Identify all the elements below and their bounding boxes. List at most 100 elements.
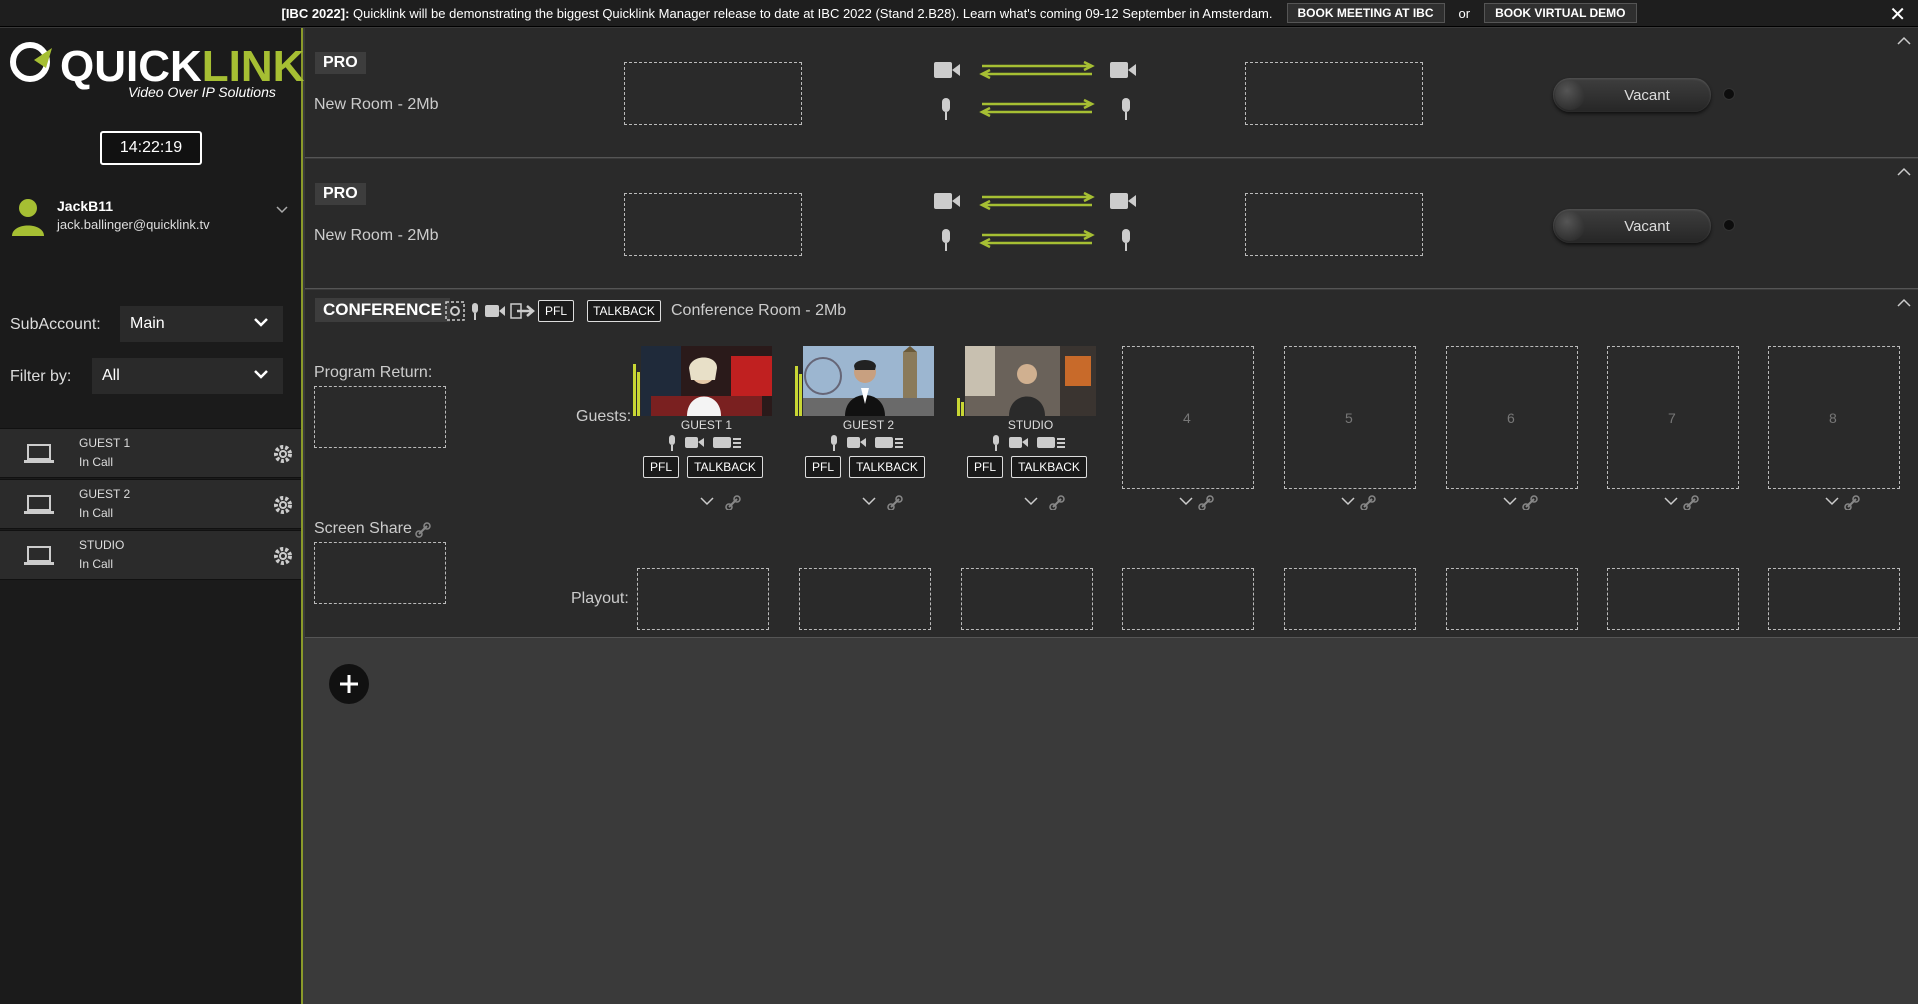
source-preview[interactable]	[624, 62, 802, 125]
subaccount-label: SubAccount:	[10, 316, 101, 333]
expand-link-controls[interactable]	[1340, 494, 1390, 510]
user-email: jack.ballinger@quicklink.tv	[57, 217, 210, 232]
gear-icon[interactable]	[272, 494, 294, 516]
chevron-up-icon[interactable]	[1896, 36, 1912, 46]
banner-text: [IBC 2022]: Quicklink will be demonstrat…	[281, 5, 1273, 21]
guest-label: GUEST 1	[680, 418, 733, 432]
chevron-down-icon[interactable]	[276, 206, 288, 214]
pro-room-2: PRO New Room - 2Mb Vacant	[305, 159, 1918, 289]
banner-or: or	[1458, 5, 1471, 21]
device-status: In Call	[79, 455, 114, 469]
announcement-banner: [IBC 2022]: Quicklink will be demonstrat…	[0, 0, 1918, 27]
conference-pfl-button[interactable]: PFL	[538, 300, 574, 322]
gear-icon[interactable]	[272, 443, 294, 465]
guest-controls-icons[interactable]	[991, 434, 1071, 452]
filter-label: Filter by:	[10, 368, 72, 385]
guest-pfl-button[interactable]: PFL	[967, 456, 1003, 478]
vacant-label: Vacant	[1624, 86, 1670, 104]
expand-link-controls[interactable]	[1178, 494, 1228, 510]
laptop-icon	[24, 444, 54, 463]
pro-room-1: PRO New Room - 2Mb Vacant	[305, 28, 1918, 158]
quicklink-logo-icon	[10, 42, 52, 82]
playout-slot-1[interactable]	[637, 568, 769, 630]
user-avatar-icon	[12, 199, 44, 236]
guest-talkback-button[interactable]: TALKBACK	[687, 456, 763, 478]
expand-link-controls[interactable]	[1824, 494, 1874, 510]
guest-talkback-button[interactable]: TALKBACK	[849, 456, 925, 478]
device-name: STUDIO	[79, 538, 125, 552]
device-status: In Call	[79, 557, 114, 571]
conference-room: CONFERENCE PFL TALKBACK Conference Room …	[305, 290, 1918, 638]
expand-link-controls[interactable]	[1663, 494, 1713, 510]
room-name: New Room - 2Mb	[314, 96, 439, 113]
playout-slot-3[interactable]	[961, 568, 1093, 630]
clock: 14:22:19	[100, 131, 202, 165]
guest-pfl-button[interactable]: PFL	[643, 456, 679, 478]
program-return-slot[interactable]	[314, 386, 446, 448]
room-badge: PRO	[315, 183, 366, 205]
screen-share-label: Screen Share	[314, 520, 412, 537]
playout-slot-5[interactable]	[1284, 568, 1416, 630]
user-name: JackB11	[57, 198, 114, 214]
status-indicator	[1723, 219, 1735, 231]
status-indicator	[1723, 88, 1735, 100]
playout-slot-2[interactable]	[799, 568, 931, 630]
expand-link-controls[interactable]	[1023, 494, 1073, 510]
guest-label: STUDIO	[1007, 418, 1054, 432]
screen-share-slot[interactable]	[314, 542, 446, 604]
close-icon[interactable]: ✕	[1889, 2, 1906, 27]
vacant-toggle[interactable]: Vacant	[1553, 209, 1711, 243]
guest-video-thumbnail[interactable]	[803, 346, 934, 416]
vacant-toggle[interactable]: Vacant	[1553, 78, 1711, 112]
device-row-guest-2[interactable]: GUEST 2 In Call	[0, 479, 301, 529]
guest-video-thumbnail[interactable]	[965, 346, 1096, 416]
chevron-down-icon	[254, 370, 268, 379]
book-demo-button[interactable]: BOOK VIRTUAL DEMO	[1484, 3, 1637, 23]
playout-slot-6[interactable]	[1446, 568, 1578, 630]
room-badge: PRO	[315, 52, 366, 74]
guest-pfl-button[interactable]: PFL	[805, 456, 841, 478]
slot-number: 4	[1183, 410, 1191, 426]
laptop-icon	[24, 546, 54, 565]
av-routing-icon	[934, 191, 1136, 251]
source-preview[interactable]	[624, 193, 802, 256]
device-name: GUEST 1	[79, 436, 131, 450]
main-panel: PRO New Room - 2Mb Vacant PRO New Room -…	[305, 28, 1918, 1004]
device-row-guest-1[interactable]: GUEST 1 In Call	[0, 428, 301, 478]
slot-number: 6	[1507, 410, 1515, 426]
audio-meter	[957, 346, 964, 416]
playout-slot-4[interactable]	[1122, 568, 1254, 630]
expand-link-controls[interactable]	[1502, 494, 1552, 510]
chevron-down-icon	[254, 318, 268, 327]
link-icon[interactable]	[415, 522, 431, 538]
filter-value: All	[102, 367, 120, 384]
playout-slot-8[interactable]	[1768, 568, 1900, 630]
gear-icon[interactable]	[272, 545, 294, 567]
guests-label: Guests:	[576, 408, 632, 425]
device-name: GUEST 2	[79, 487, 131, 501]
add-room-button[interactable]	[329, 664, 369, 704]
guest-controls-icons[interactable]	[667, 434, 747, 452]
subaccount-select[interactable]: Main	[120, 306, 283, 342]
expand-link-controls[interactable]	[861, 494, 911, 510]
destination-preview[interactable]	[1245, 193, 1423, 256]
laptop-icon	[24, 495, 54, 514]
device-row-studio[interactable]: STUDIO In Call	[0, 530, 301, 580]
conference-name: Conference Room - 2Mb	[671, 302, 847, 319]
conference-talkback-button[interactable]: TALKBACK	[587, 300, 661, 322]
filter-select[interactable]: All	[92, 358, 283, 394]
logo-tagline: Video Over IP Solutions	[128, 84, 276, 100]
chevron-up-icon[interactable]	[1896, 167, 1912, 177]
guest-video-thumbnail[interactable]	[641, 346, 772, 416]
program-return-label: Program Return:	[314, 364, 433, 381]
plus-icon	[340, 675, 358, 693]
chevron-up-icon[interactable]	[1896, 298, 1912, 308]
guest-talkback-button[interactable]: TALKBACK	[1011, 456, 1087, 478]
expand-link-controls[interactable]	[699, 494, 749, 510]
playout-slot-7[interactable]	[1607, 568, 1739, 630]
book-meeting-button[interactable]: BOOK MEETING AT IBC	[1286, 3, 1445, 23]
destination-preview[interactable]	[1245, 62, 1423, 125]
audio-meter	[633, 346, 640, 416]
conference-controls-icons[interactable]	[445, 300, 537, 322]
guest-controls-icons[interactable]	[829, 434, 909, 452]
